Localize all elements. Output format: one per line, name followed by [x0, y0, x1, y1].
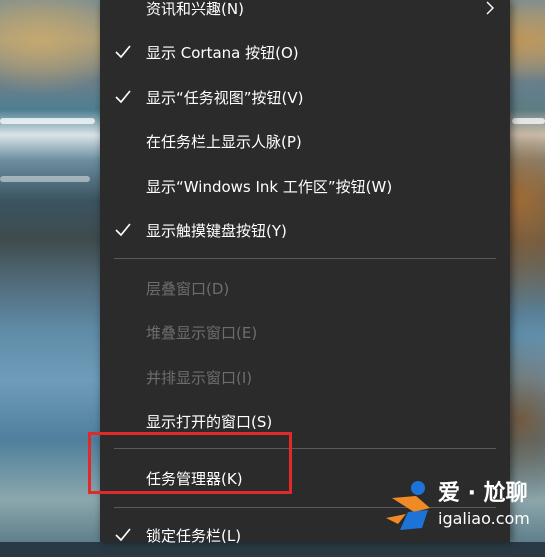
wallpaper-wave — [0, 176, 90, 182]
menu-item-label: 并排显示窗口(I) — [146, 368, 253, 387]
menu-item-label: 显示“Windows Ink 工作区”按钮(W) — [146, 177, 393, 196]
menu-item-label: 堆叠显示窗口(E) — [146, 323, 258, 342]
menu-item-show-touch-keyboard-button[interactable]: 显示触摸键盘按钮(Y) — [100, 208, 510, 252]
watermark-title: 爱 · 尬聊 — [438, 480, 528, 506]
menu-item-label: 显示触摸键盘按钮(Y) — [146, 221, 287, 240]
watermark-url: igaliao.com — [438, 509, 530, 528]
menu-item-label: 资讯和兴趣(N) — [146, 0, 244, 18]
menu-item-label: 锁定任务栏(L) — [146, 526, 242, 545]
menu-item-show-windows-ink-button[interactable]: 显示“Windows Ink 工作区”按钮(W) — [100, 164, 510, 208]
menu-item-show-cortana-button[interactable]: 显示 Cortana 按钮(O) — [100, 30, 510, 74]
site-watermark-logo: 爱 · 尬聊 igaliao.com — [386, 480, 530, 530]
menu-item-show-people[interactable]: 在任务栏上显示人脉(P) — [100, 119, 510, 163]
menu-item-show-task-view-button[interactable]: 显示“任务视图”按钮(V) — [100, 75, 510, 119]
menu-item-stack-windows: 堆叠显示窗口(E) — [100, 310, 510, 354]
menu-separator — [114, 258, 496, 259]
checkmark-icon — [115, 90, 131, 104]
checkmark-icon — [115, 223, 131, 237]
menu-item-label: 显示打开的窗口(S) — [146, 412, 273, 431]
checkmark-icon — [115, 528, 131, 542]
menu-item-label: 显示 Cortana 按钮(O) — [146, 43, 299, 62]
menu-item-label: 在任务栏上显示人脉(P) — [146, 132, 302, 151]
menu-item-side-by-side-windows: 并排显示窗口(I) — [100, 355, 510, 399]
checkmark-icon — [115, 45, 131, 59]
menu-item-label: 层叠窗口(D) — [146, 279, 230, 298]
chevron-right-icon — [486, 1, 494, 15]
menu-item-cascade-windows: 层叠窗口(D) — [100, 266, 510, 310]
menu-item-news-interests[interactable]: 资讯和兴趣(N) — [100, 0, 510, 30]
menu-item-label: 显示“任务视图”按钮(V) — [146, 88, 304, 107]
highlight-box — [88, 432, 292, 494]
wallpaper-wave — [512, 118, 545, 124]
wallpaper-wave — [0, 118, 95, 124]
runner-icon — [386, 481, 430, 530]
